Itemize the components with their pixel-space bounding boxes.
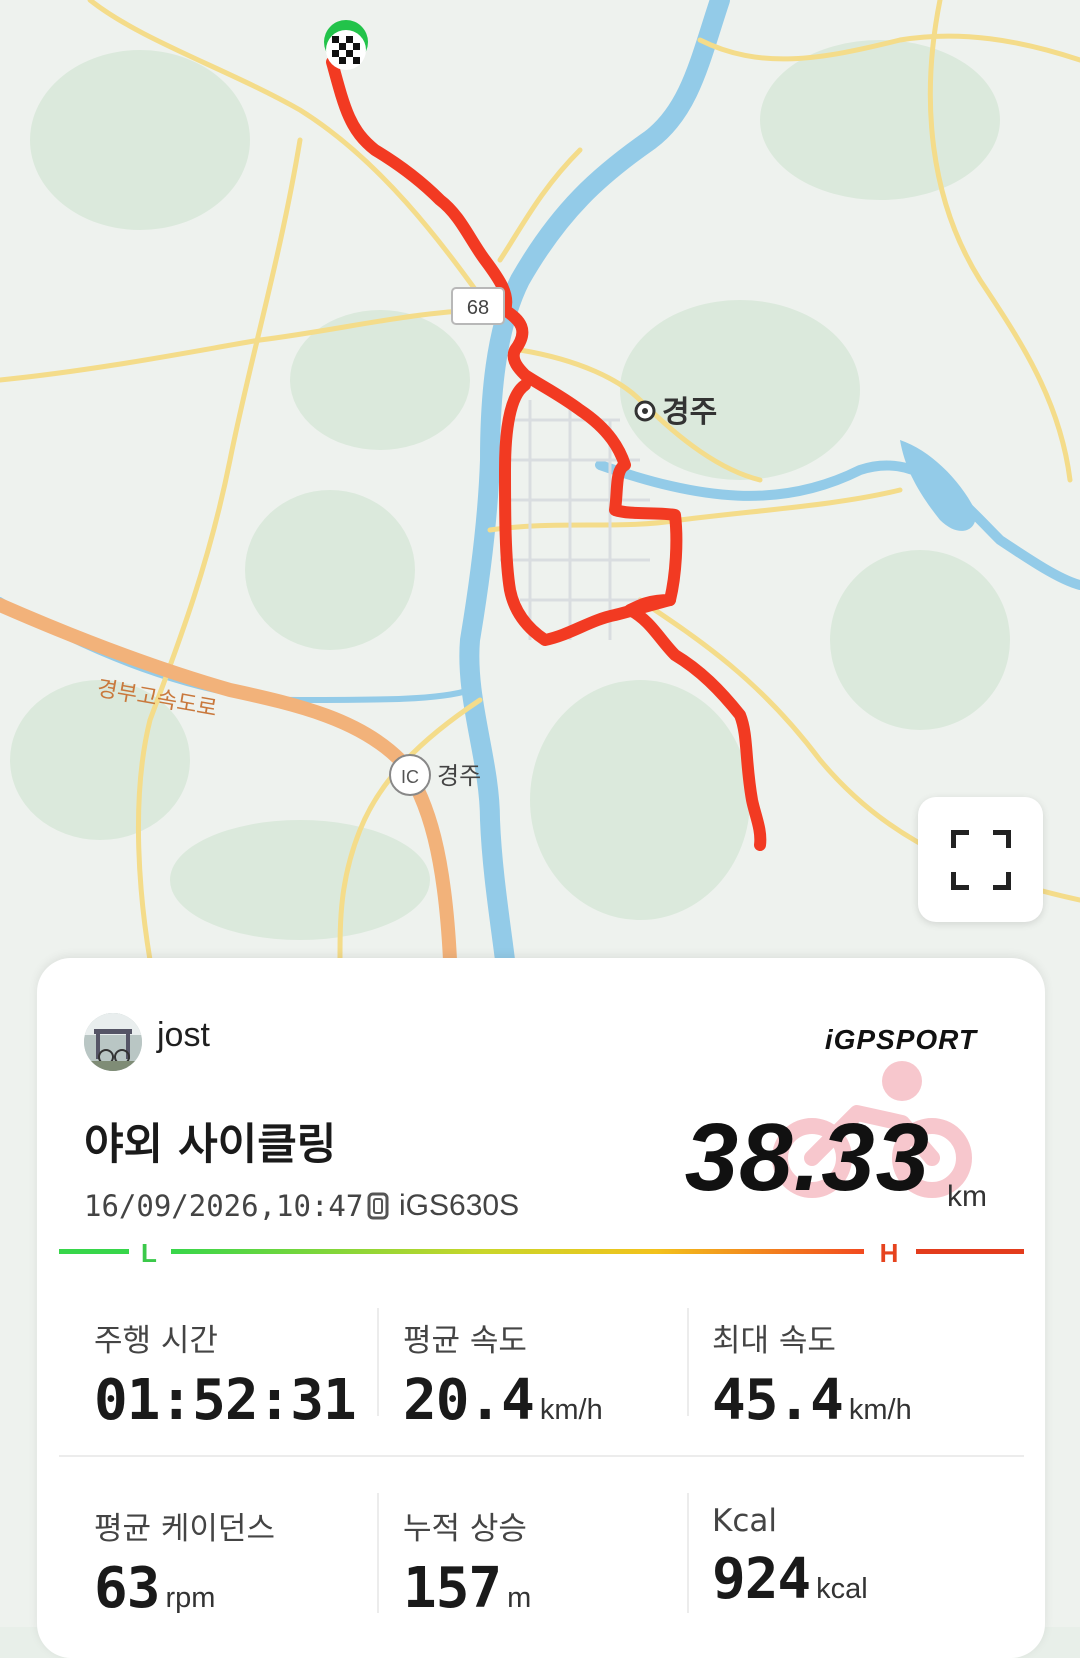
activity-datetime: 16/09/2026,10:47 [84,1189,364,1223]
divider [687,1493,689,1613]
stat-ride-time: 주행 시간 01:52:31 [94,1315,394,1433]
stat-value: 157 m [403,1556,532,1621]
device-name: iGS630S [399,1189,520,1222]
divider [687,1308,689,1416]
stat-label: 누적 상승 [403,1511,527,1547]
route-number-badge: 68 [451,287,505,325]
scale-high-label: H [880,1238,899,1268]
divider [59,1455,1024,1457]
divider [377,1308,379,1416]
stat-calories: Kcal 924 kcal [712,1503,1012,1612]
finish-flag-icon [324,20,368,70]
stat-label: 평균 속도 [403,1323,527,1359]
user-name[interactable]: jost [157,1016,210,1055]
stat-label: 평균 케이던스 [94,1511,275,1547]
device-info: iGS630S [367,1189,519,1223]
stat-value: 20.4 km/h [403,1368,603,1433]
avatar[interactable] [84,1013,142,1071]
activity-title: 야외 사이클링 [84,1120,337,1170]
svg-text:68: 68 [467,297,489,319]
stat-value: 924 kcal [712,1547,868,1612]
stat-avg-cadence: 평균 케이던스 63 rpm [94,1503,394,1621]
stat-elevation-gain: 누적 상승 157 m [403,1503,703,1621]
stat-value: 01:52:31 [94,1368,357,1433]
divider [377,1493,379,1613]
device-icon [367,1192,389,1220]
stat-avg-speed: 평균 속도 20.4 km/h [403,1315,703,1433]
fullscreen-icon [951,830,1011,890]
intensity-scale: L H [59,1238,1024,1268]
activity-summary-card: jost iGPSPORT 야외 사이클링 16/09/2026,10:47 i… [37,958,1045,1658]
stat-value: 45.4 km/h [712,1368,912,1433]
svg-text:경주: 경주 [662,395,717,430]
distance-value: 38.33 [684,1104,930,1211]
svg-text:경주: 경주 [437,762,481,790]
stat-label: 주행 시간 [94,1323,218,1359]
svg-text:IC: IC [401,767,419,787]
stat-max-speed: 최대 속도 45.4 km/h [712,1315,1012,1433]
scale-low-label: L [141,1238,157,1268]
stat-label: Kcal [712,1503,777,1539]
distance-unit: km [947,1180,987,1213]
brand-logo: iGPSPORT [824,1024,977,1055]
stat-label: 최대 속도 [712,1323,836,1359]
stat-value: 63 rpm [94,1556,216,1621]
fullscreen-button[interactable] [918,797,1043,922]
